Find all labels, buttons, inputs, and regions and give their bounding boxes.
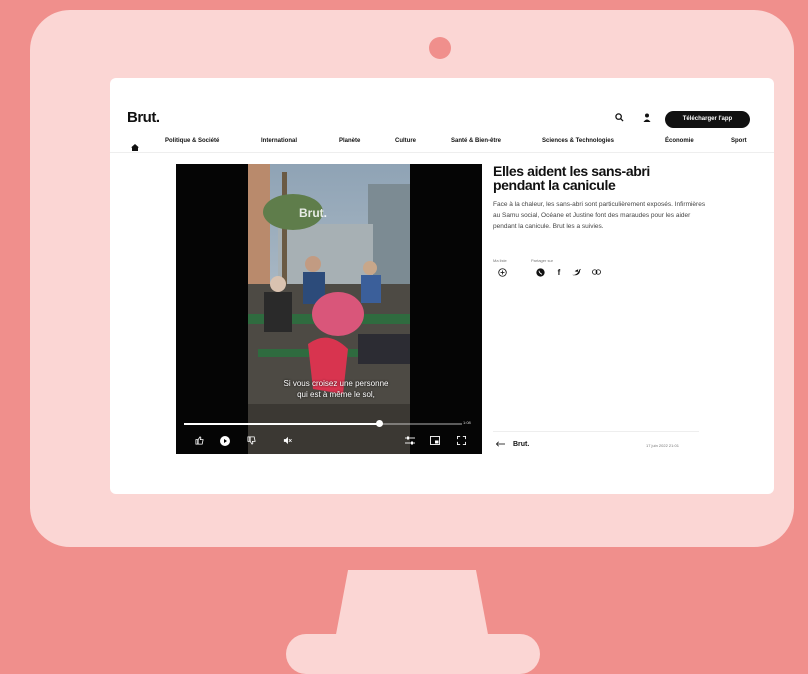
nav-item-economie[interactable]: Économie (665, 138, 694, 144)
monitor-stand-base (286, 634, 540, 674)
facebook-icon[interactable]: f (554, 268, 564, 278)
video-watermark: Brut. (299, 206, 327, 220)
article-description: Face à la chaleur, les sans-abri sont pa… (493, 201, 706, 230)
subtitle-line-2: qui est à même le sol, (297, 390, 375, 399)
video-progress-bar[interactable] (184, 420, 462, 427)
nav-item-sante[interactable]: Santé & Bien-être (451, 138, 501, 144)
browser-screen: Brut. Télécharger l'app Politique & Soci… (110, 78, 774, 494)
monitor-camera (429, 37, 451, 59)
nav-item-international[interactable]: International (261, 138, 297, 144)
nav-item-politique[interactable]: Politique & Société (165, 138, 219, 144)
search-icon[interactable] (612, 112, 626, 126)
video-time: 1:08 (463, 420, 471, 425)
whatsapp-icon[interactable] (535, 268, 545, 278)
mute-icon[interactable] (281, 436, 293, 448)
logo-dot: . (155, 109, 160, 126)
video-scene-image (248, 164, 410, 454)
nav-item-planete[interactable]: Planète (339, 138, 360, 144)
category-nav: Politique & Société International Planèt… (110, 133, 774, 153)
publish-date: 17 juin 2022 21:01 (646, 443, 679, 448)
settings-icon[interactable] (404, 436, 416, 448)
ma-liste-label: Ma liste (493, 258, 507, 263)
brut-logo[interactable]: Brut. (127, 109, 160, 126)
video-progress-handle[interactable] (375, 420, 383, 427)
fullscreen-icon[interactable] (455, 436, 467, 448)
twitter-icon[interactable] (571, 268, 581, 278)
play-icon[interactable] (219, 436, 231, 448)
nav-item-sciences[interactable]: Sciences & Technologies (542, 138, 614, 144)
link-icon[interactable] (591, 268, 601, 278)
nav-item-sport[interactable]: Sport (731, 138, 747, 144)
video-subtitle: Si vous croisez une personne qui est à m… (236, 378, 436, 400)
video-frame[interactable] (248, 164, 410, 454)
dislike-icon[interactable] (245, 436, 257, 448)
video-progress-fill (184, 423, 379, 425)
like-icon[interactable] (193, 436, 205, 448)
monitor-frame: Brut. Télécharger l'app Politique & Soci… (30, 10, 794, 547)
share-label: Partager sur (531, 258, 554, 263)
footer-brand-link[interactable]: Brut. (513, 441, 529, 448)
subtitle-line-1: Si vous croisez une personne (283, 379, 389, 388)
add-to-list-icon[interactable] (497, 268, 507, 278)
back-arrow-icon[interactable] (495, 441, 505, 449)
article-title: Elles aident les sans-abri pendant la ca… (493, 163, 650, 193)
user-icon[interactable] (640, 112, 654, 126)
nav-item-culture[interactable]: Culture (395, 138, 416, 144)
video-player[interactable]: Brut. Si vous croisez une personne qui e… (176, 164, 482, 454)
download-app-button[interactable]: Télécharger l'app (665, 111, 750, 128)
footer-divider (493, 431, 699, 432)
pip-icon[interactable] (429, 436, 441, 448)
